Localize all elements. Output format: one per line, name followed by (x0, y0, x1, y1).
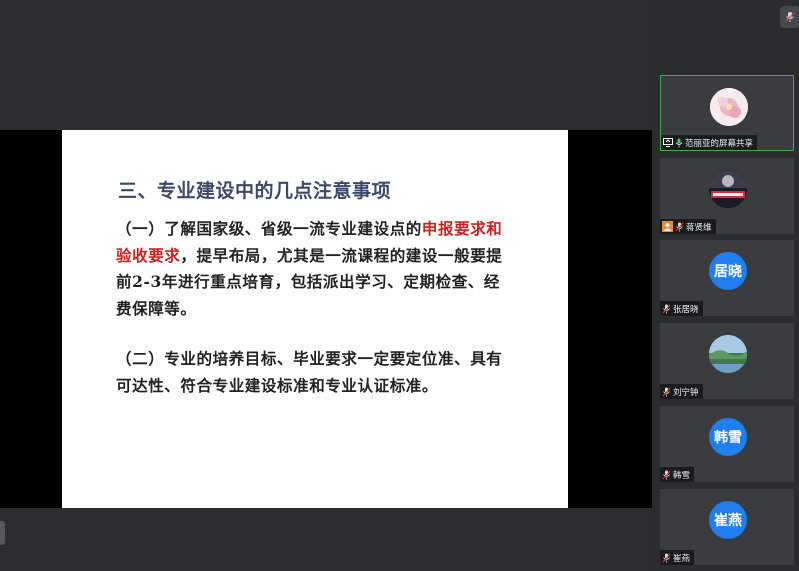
avatar (709, 170, 747, 208)
screen-share-icon (663, 138, 673, 147)
presentation-slide: 三、专业建设中的几点注意事项 （一）了解国家级、省级一流专业建设点的申报要求和验… (62, 130, 568, 508)
mic-muted-icon (662, 553, 671, 563)
landscape-avatar-image (709, 335, 747, 373)
flower-avatar-image (710, 88, 748, 126)
shared-screen-area: 三、专业建设中的几点注意事项 （一）了解国家级、省级一流专业建设点的申报要求和验… (0, 0, 652, 571)
avatar: 居晓 (709, 252, 747, 290)
mic-icon (675, 138, 683, 148)
participant-tile[interactable]: 居晓 张居晓 (660, 240, 794, 316)
racing-avatar-image (709, 170, 747, 208)
avatar (709, 335, 747, 373)
participant-name: 韩雪 (673, 470, 691, 481)
slide-title: 三、专业建设中的几点注意事项 (118, 180, 392, 202)
avatar: 崔燕 (709, 501, 747, 539)
mic-muted-icon (662, 470, 671, 480)
participant-name: 崔燕 (673, 553, 691, 564)
participant-name-bar: 刘宁钟 (660, 384, 703, 399)
participant-tile[interactable]: 崔燕 崔燕 (660, 489, 794, 565)
participant-tile[interactable]: 蒋贤维 (660, 158, 794, 234)
mic-muted-icon (662, 387, 671, 397)
participant-name: 刘宁钟 (673, 387, 699, 398)
user-icon (662, 221, 673, 232)
participant-tile-screen-share[interactable]: 范丽亚的屏幕共享 (660, 75, 794, 151)
avatar: 韩雪 (709, 418, 747, 456)
side-toolbar-handle[interactable] (0, 521, 5, 545)
mute-toggle-button[interactable] (780, 6, 799, 28)
mic-muted-icon (785, 12, 795, 22)
avatar (710, 88, 748, 126)
participant-name-bar: 蒋贤维 (660, 219, 716, 234)
participant-name: 蒋贤维 (686, 222, 712, 233)
participant-name: 张居晓 (673, 304, 699, 315)
mic-muted-icon (662, 304, 671, 314)
participant-name: 范丽亚的屏幕共享 (685, 138, 754, 149)
participant-tile[interactable]: 刘宁钟 (660, 323, 794, 399)
participant-name-bar: 范丽亚的屏幕共享 (661, 135, 758, 150)
slide-paragraph-1: （一）了解国家级、省级一流专业建设点的申报要求和验收要求，提早布局，尤其是一流课… (116, 216, 504, 322)
paragraph-1-text-a: （一）了解国家级、省级一流专业建设点的 (116, 219, 422, 238)
participant-tile[interactable]: 韩雪 韩雪 (660, 406, 794, 482)
participant-panel: 范丽亚的屏幕共享 蒋贤维 居晓 张居晓 刘宁钟 韩雪 韩雪 崔燕 崔燕 (652, 0, 799, 571)
slide-paragraph-2: （二）专业的培养目标、毕业要求一定要定位准、具有可达性、符合专业建设标准和专业认… (116, 349, 503, 395)
mic-muted-icon (675, 222, 684, 232)
participant-name-bar: 韩雪 (660, 467, 695, 482)
participant-name-bar: 张居晓 (660, 301, 703, 316)
participant-name-bar: 崔燕 (660, 550, 695, 565)
